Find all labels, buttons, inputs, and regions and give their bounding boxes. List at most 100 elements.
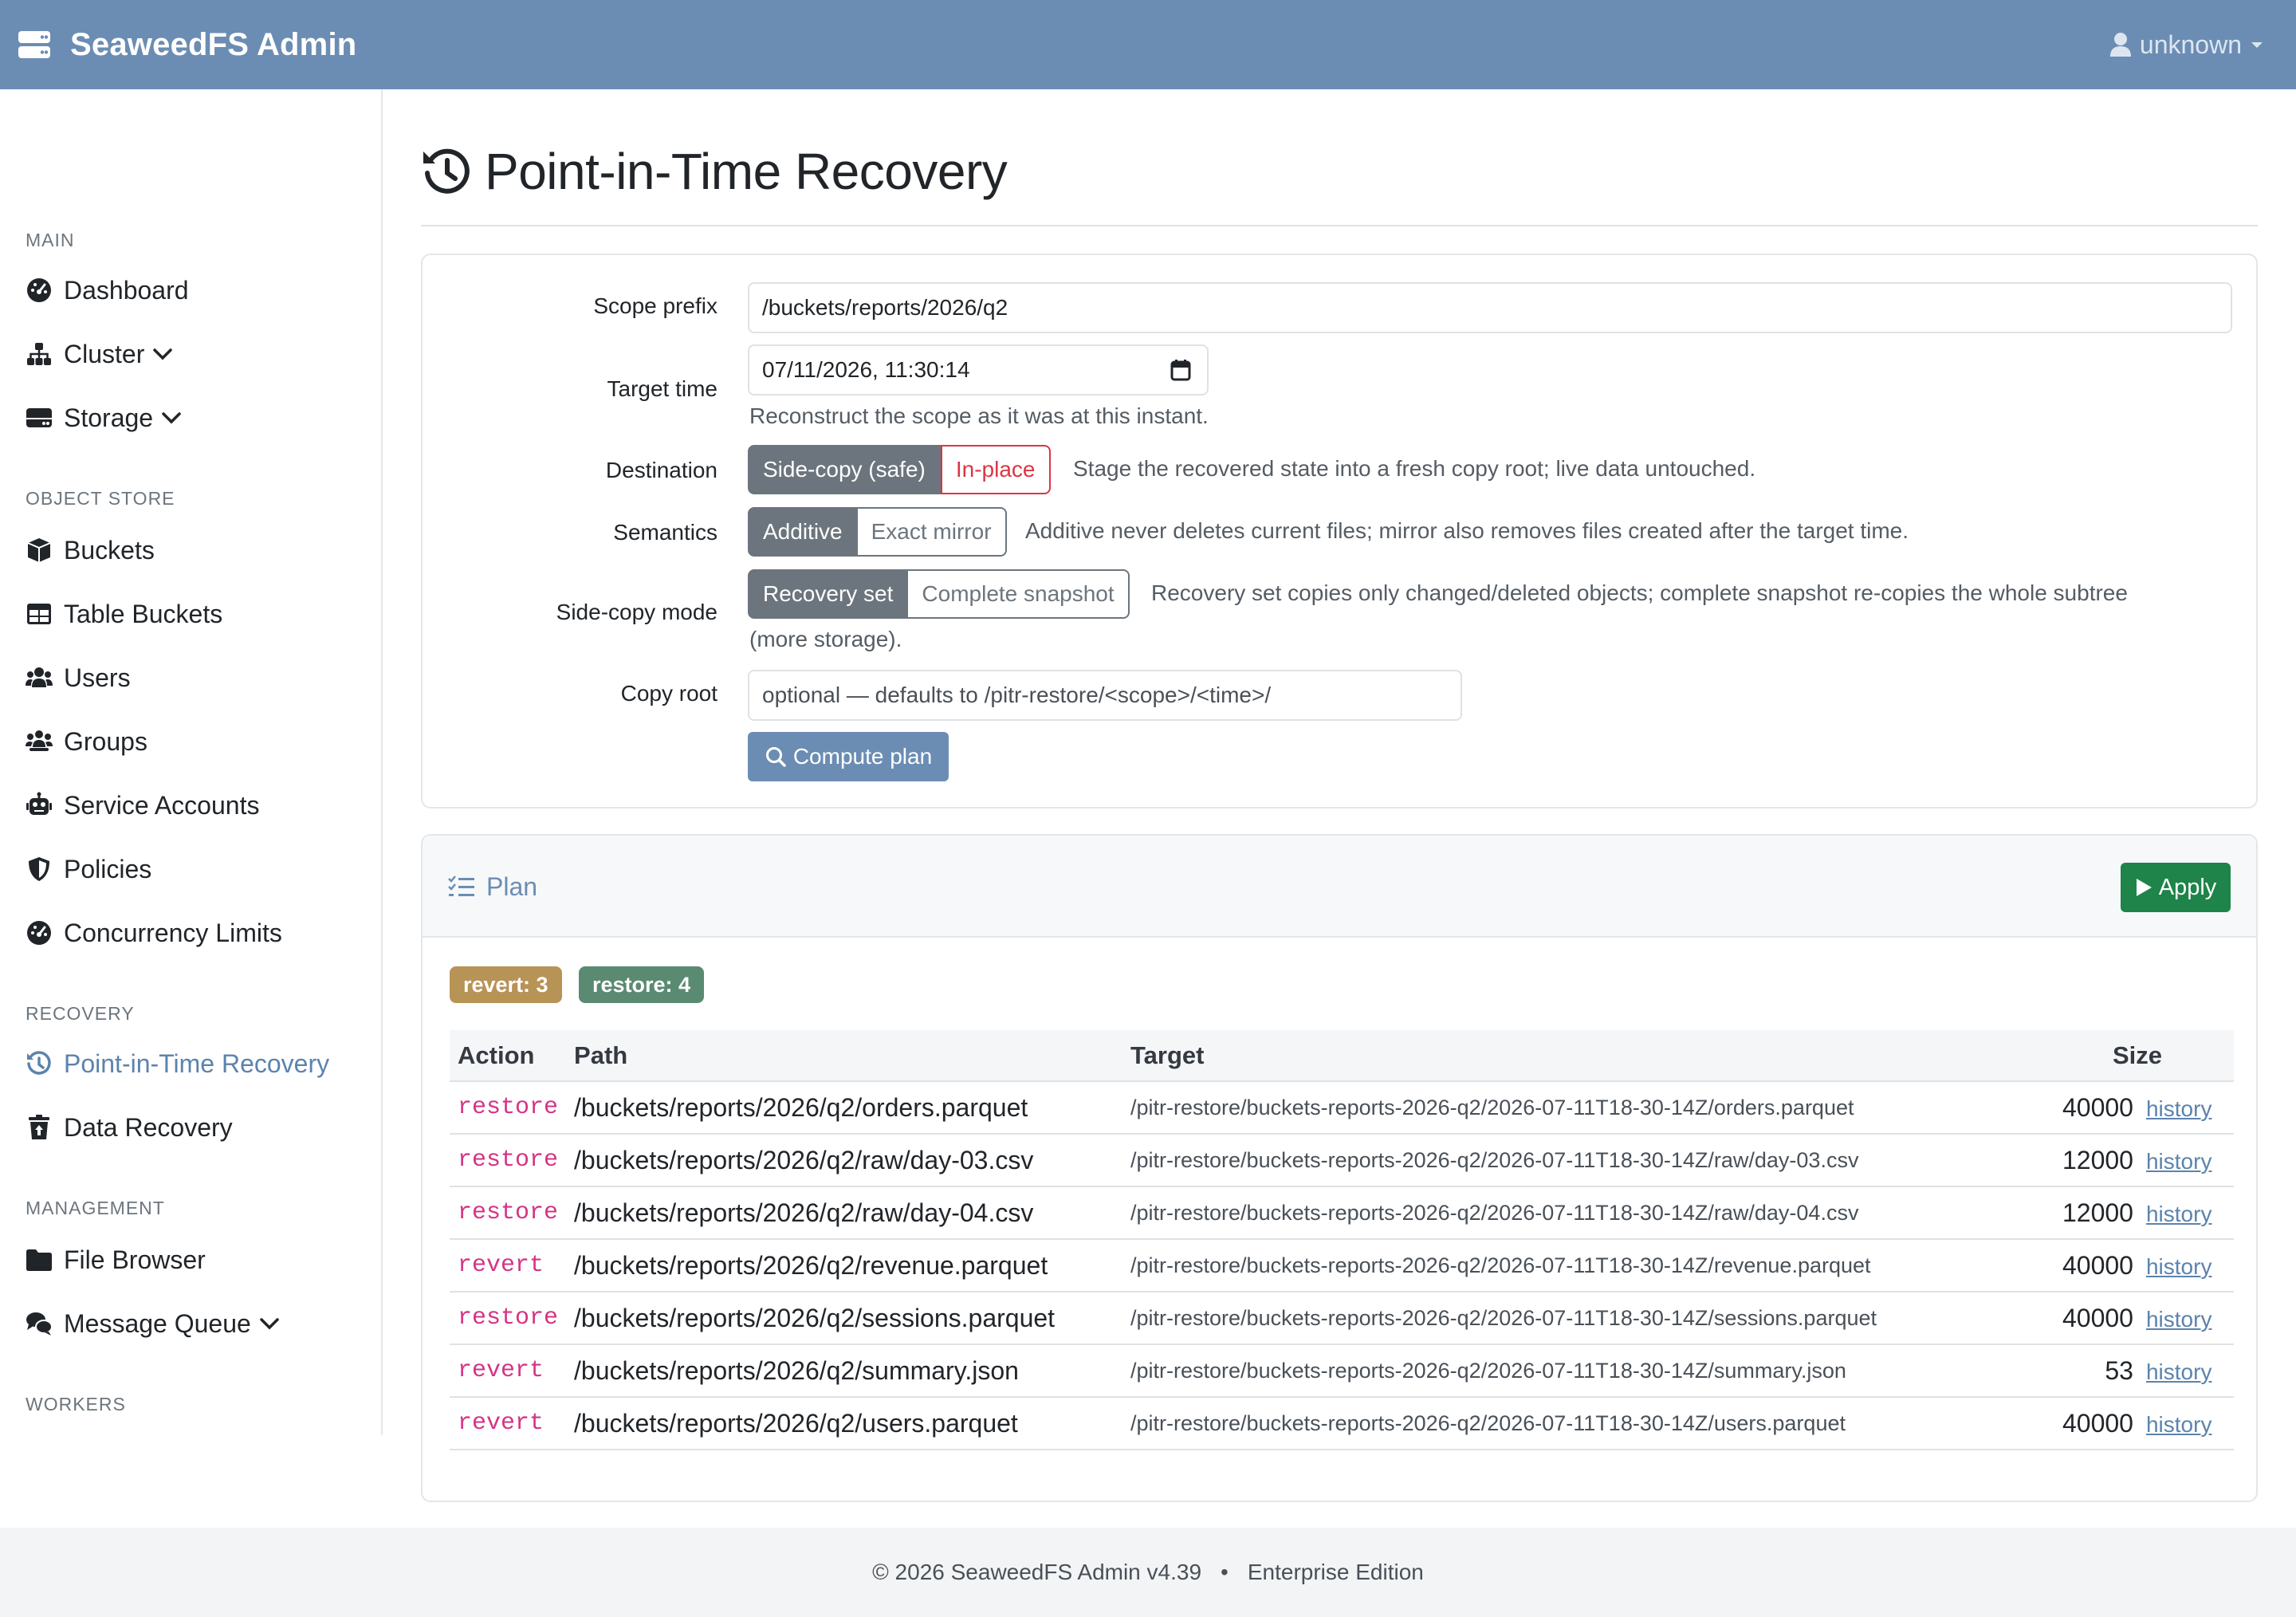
apply-button[interactable]: Apply — [2121, 863, 2231, 912]
destination-toggle: Side-copy (safe) In-place — [748, 445, 1051, 494]
table-row: restore /buckets/reports/2026/q2/raw/day… — [450, 1134, 2234, 1187]
table-row: restore /buckets/reports/2026/q2/session… — [450, 1292, 2234, 1345]
row-target: /pitr-restore/buckets-reports-2026-q2/20… — [1122, 1239, 2023, 1292]
sidebar-item-policies[interactable]: Policies — [26, 847, 151, 891]
row-size: 40000 — [2023, 1081, 2146, 1135]
row-target: /pitr-restore/buckets-reports-2026-q2/20… — [1122, 1292, 2023, 1345]
server-icon — [18, 28, 51, 61]
table-row: revert /buckets/reports/2026/q2/summary.… — [450, 1344, 2234, 1398]
row-size: 40000 — [2023, 1397, 2146, 1450]
semantics-toggle: Additive Exact mirror — [748, 507, 1007, 557]
history-link[interactable]: history — [2146, 1359, 2211, 1384]
table-row: revert /buckets/reports/2026/q2/revenue.… — [450, 1239, 2234, 1292]
row-history-cell: history — [2145, 1292, 2234, 1345]
sidebar-item-groups[interactable]: Groups — [26, 719, 147, 764]
column-header-target: Target — [1122, 1030, 2023, 1082]
restore-count-badge: restore: 4 — [579, 966, 705, 1003]
sidebar-item-label: Buckets — [64, 535, 155, 565]
user-icon — [2109, 32, 2132, 57]
history-icon — [26, 1050, 53, 1077]
row-path: /buckets/reports/2026/q2/revenue.parquet — [566, 1239, 1123, 1292]
destination-side-copy-button[interactable]: Side-copy (safe) — [748, 445, 941, 494]
table-row: revert /buckets/reports/2026/q2/users.pa… — [450, 1397, 2234, 1450]
row-target: /pitr-restore/buckets-reports-2026-q2/20… — [1122, 1344, 2023, 1398]
row-target: /pitr-restore/buckets-reports-2026-q2/20… — [1122, 1186, 2023, 1240]
column-header-path: Path — [566, 1030, 1123, 1082]
sidebar-item-service-accounts[interactable]: Service Accounts — [26, 783, 259, 828]
gauge-icon — [26, 919, 53, 946]
target-time-input[interactable]: 07/11/2026, 11:30:14 — [748, 344, 1209, 395]
sidebar-heading-recovery: RECOVERY — [26, 1003, 135, 1024]
table-icon — [26, 600, 53, 628]
sidebar-item-label: File Browser — [64, 1245, 206, 1274]
sidebar-item-table-buckets[interactable]: Table Buckets — [26, 592, 222, 636]
list-check-icon — [448, 875, 486, 899]
row-action: restore — [450, 1134, 567, 1187]
side-copy-recovery-set-button[interactable]: Recovery set — [748, 569, 909, 619]
sidebar-heading-main: MAIN — [26, 230, 75, 250]
user-menu[interactable]: unknown — [2109, 0, 2264, 89]
sidebar-item-concurrency-limits[interactable]: Concurrency Limits — [26, 911, 282, 955]
sidebar-item-label: Cluster — [64, 339, 145, 368]
user-name: unknown — [2139, 30, 2242, 59]
history-link[interactable]: history — [2146, 1149, 2211, 1174]
sidebar-heading-object-store: OBJECT STORE — [26, 488, 175, 509]
sidebar-item-label: Message Queue — [64, 1308, 251, 1338]
caret-down-icon — [2250, 40, 2264, 49]
sidebar-item-users[interactable]: Users — [26, 655, 131, 700]
row-action: restore — [450, 1081, 567, 1135]
sidebar-heading-workers: WORKERS — [26, 1394, 126, 1414]
target-time-value: 07/11/2026, 11:30:14 — [762, 357, 970, 382]
sidebar-item-label: Dashboard — [64, 275, 189, 305]
history-link[interactable]: history — [2146, 1254, 2211, 1279]
compute-plan-button[interactable]: Compute plan — [748, 732, 949, 781]
row-path: /buckets/reports/2026/q2/raw/day-03.csv — [566, 1134, 1123, 1187]
side-copy-mode-label: Side-copy mode — [556, 600, 718, 624]
history-link[interactable]: history — [2146, 1202, 2211, 1226]
semantics-additive-button[interactable]: Additive — [748, 507, 858, 557]
sidebar-heading-management: MANAGEMENT — [26, 1198, 165, 1218]
history-link[interactable]: history — [2146, 1096, 2211, 1121]
footer-copyright: © 2026 SeaweedFS Admin v4.39 — [872, 1560, 1202, 1584]
row-size: 40000 — [2023, 1239, 2146, 1292]
history-link[interactable]: history — [2146, 1307, 2211, 1332]
column-header-size: Size — [2023, 1030, 2234, 1082]
sidebar-item-message-queue[interactable]: Message Queue — [26, 1301, 280, 1346]
copy-root-input[interactable]: optional — defaults to /pitr-restore/<sc… — [748, 670, 1462, 721]
brand[interactable]: SeaweedFS Admin — [18, 27, 356, 63]
sidebar-item-data-recovery[interactable]: Data Recovery — [26, 1105, 233, 1150]
plan-card: Plan Apply revert: 3 restore: 4 Action P… — [421, 834, 2258, 1502]
row-action: revert — [450, 1239, 567, 1292]
row-size: 12000 — [2023, 1186, 2146, 1240]
compute-plan-label: Compute plan — [792, 744, 933, 769]
hdd-icon — [26, 404, 53, 431]
semantics-label: Semantics — [613, 520, 718, 545]
scope-prefix-input[interactable]: /buckets/reports/2026/q2 — [748, 282, 2232, 333]
cube-icon — [26, 537, 53, 564]
sidebar-item-pitr[interactable]: Point-in-Time Recovery — [26, 1041, 329, 1086]
sidebar-item-dashboard[interactable]: Dashboard — [26, 268, 189, 313]
calendar-icon[interactable] — [1170, 359, 1191, 381]
side-copy-complete-snapshot-button[interactable]: Complete snapshot — [908, 569, 1130, 619]
page-title-text: Point-in-Time Recovery — [485, 143, 1008, 200]
destination-in-place-button[interactable]: In-place — [940, 445, 1051, 494]
sidebar-item-buckets[interactable]: Buckets — [26, 528, 155, 572]
row-history-cell: history — [2145, 1134, 2234, 1187]
sidebar-item-file-browser[interactable]: File Browser — [26, 1237, 206, 1282]
sidebar-item-cluster[interactable]: Cluster — [26, 332, 173, 376]
row-target: /pitr-restore/buckets-reports-2026-q2/20… — [1122, 1397, 2023, 1450]
row-path: /buckets/reports/2026/q2/orders.parquet — [566, 1081, 1123, 1135]
history-link[interactable]: history — [2146, 1412, 2211, 1437]
side-copy-mode-help-continued: (more storage). — [749, 627, 902, 651]
trash-restore-icon — [26, 1114, 53, 1141]
destination-help: Stage the recovered state into a fresh c… — [1073, 456, 1756, 481]
semantics-help: Additive never deletes current files; mi… — [1025, 518, 1909, 543]
footer-separator: • — [1221, 1560, 1229, 1584]
gauge-icon — [26, 277, 53, 304]
users-group-icon — [26, 728, 53, 755]
sidebar-item-label: Service Accounts — [64, 790, 260, 820]
semantics-exact-mirror-button[interactable]: Exact mirror — [857, 507, 1007, 557]
shield-icon — [26, 856, 53, 883]
sidebar-item-storage[interactable]: Storage — [26, 395, 182, 440]
column-header-action: Action — [450, 1030, 567, 1082]
